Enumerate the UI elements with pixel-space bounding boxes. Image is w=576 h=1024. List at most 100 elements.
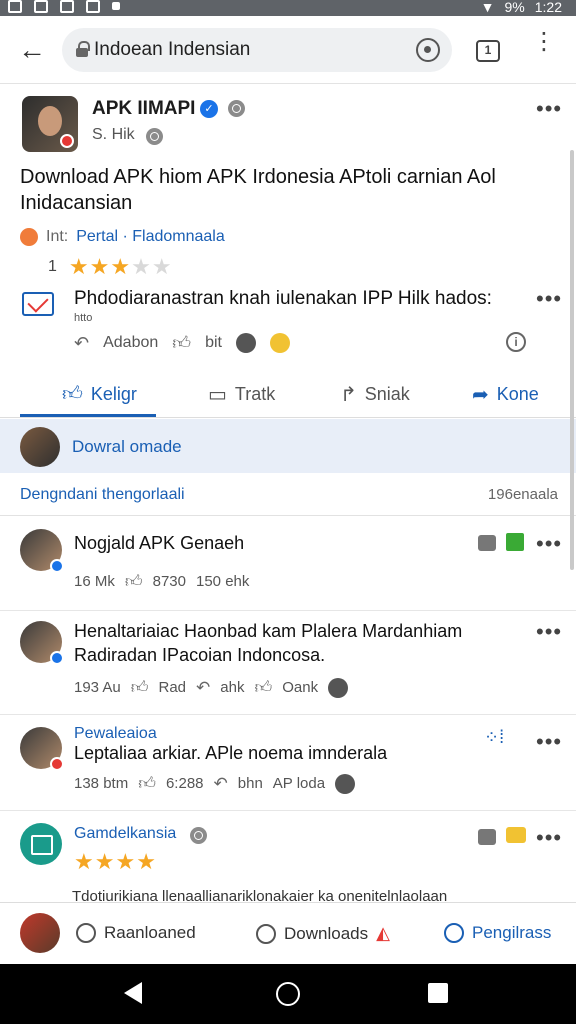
app-check-icon bbox=[20, 823, 62, 865]
sheet-icon[interactable] bbox=[506, 533, 524, 551]
tabs-button[interactable]: 1 bbox=[476, 40, 500, 62]
rating-count: 1 bbox=[48, 258, 57, 275]
bottom-tab-label: Pengilrass bbox=[472, 923, 552, 942]
stat-a: 138 btm bbox=[74, 775, 129, 792]
bottom-tab-pengilrass[interactable]: Pengilrass bbox=[444, 923, 551, 943]
post-author[interactable]: APK IIMAPI bbox=[92, 98, 195, 120]
section-header: Dengndani thengorlaali 196enaala bbox=[0, 474, 576, 516]
pin-icon[interactable] bbox=[478, 829, 496, 845]
reload-icon[interactable] bbox=[416, 38, 440, 62]
star-icon: ★ bbox=[94, 849, 116, 874]
send-icon: ➦ bbox=[472, 384, 489, 406]
item-options-icon[interactable]: ••• bbox=[536, 827, 562, 849]
stat-b: 8730 bbox=[152, 573, 186, 590]
thumb-icon[interactable]: 👍︎ bbox=[254, 677, 272, 698]
star-icon: ★ bbox=[115, 849, 137, 874]
bottom-tab-label: Raanloaned bbox=[104, 923, 196, 942]
image-icon bbox=[60, 0, 74, 13]
lock-icon bbox=[76, 41, 90, 57]
category-row: Int: Pertal · Fladomnaala bbox=[20, 228, 225, 246]
section-count: 196enaala bbox=[487, 486, 558, 503]
action-bar: 👍︎ Keligr ▭ Tratk ↱ Sniak ➦ Kone bbox=[0, 366, 576, 418]
list-item[interactable]: Nogjald APK Genaeh 16 Mk 👍︎ 8730 150 ehk… bbox=[0, 517, 576, 611]
rating-stars: ★★★★★ bbox=[69, 254, 173, 280]
star-icon: ★ bbox=[151, 254, 173, 279]
star-icon: ★ bbox=[131, 254, 152, 279]
mini-action-b[interactable]: bit bbox=[205, 334, 222, 352]
item-title: Nogjald APK Genaeh bbox=[74, 533, 245, 553]
item-options-icon[interactable]: ••• bbox=[536, 621, 562, 643]
category-link[interactable]: Pertal · Fladomnaala bbox=[76, 228, 225, 246]
nav-back-icon[interactable] bbox=[124, 982, 142, 1004]
app-icon bbox=[112, 2, 120, 10]
scrollbar[interactable] bbox=[570, 150, 574, 570]
notification-icon bbox=[8, 0, 22, 13]
banner-avatar bbox=[20, 427, 60, 467]
item-stats: 193 Au 👍︎ Rad ↶ ahk 👍︎ Oank bbox=[74, 677, 349, 698]
stat-c: 150 ehk bbox=[196, 573, 250, 590]
item-avatar bbox=[20, 621, 64, 665]
emoji-icon bbox=[269, 333, 290, 353]
twitter-icon bbox=[86, 0, 100, 13]
reply-icon[interactable]: ↶ bbox=[214, 774, 228, 794]
author-avatar[interactable] bbox=[22, 96, 78, 152]
bottom-tab-label: Downloads bbox=[284, 923, 369, 943]
stat-b: Rad bbox=[158, 679, 187, 696]
bottom-tab-raanloaned[interactable]: Raanloaned bbox=[76, 923, 196, 943]
item-title: Leptaliaa arkiar. APle noema imnderala bbox=[74, 743, 388, 763]
bottom-tab-downloads[interactable]: Downloads ◭ bbox=[256, 923, 390, 944]
item-options-icon[interactable]: ••• bbox=[536, 731, 562, 753]
profile-avatar[interactable] bbox=[20, 913, 60, 953]
network-icon[interactable]: ⁘⁞ bbox=[484, 727, 504, 748]
thumb-icon[interactable]: 👍︎ bbox=[172, 332, 191, 354]
list-item[interactable]: Pewaleaioa Leptaliaa arkiar. APle noema … bbox=[0, 715, 576, 811]
comment-button[interactable]: ▭ Tratk bbox=[208, 382, 275, 407]
thumb-icon[interactable]: 👍︎ bbox=[125, 571, 143, 592]
mail-icon bbox=[22, 292, 54, 316]
reaction-icon bbox=[328, 677, 349, 698]
back-arrow-icon[interactable]: ← bbox=[18, 36, 46, 64]
stat-a: 193 Au bbox=[74, 679, 121, 696]
pin-icon[interactable] bbox=[478, 535, 496, 551]
comment-icon: ▭ bbox=[208, 384, 227, 406]
nav-home-icon[interactable] bbox=[276, 982, 300, 1006]
address-bar[interactable]: Indoean Indensian bbox=[62, 28, 452, 72]
reply-icon[interactable]: ↶ bbox=[196, 678, 210, 698]
item-avatar bbox=[20, 727, 64, 771]
download-banner[interactable]: Dowral omade bbox=[0, 419, 576, 473]
thumb-icon[interactable]: 👍︎ bbox=[138, 773, 156, 794]
section-title[interactable]: Dengndani thengorlaali bbox=[20, 486, 185, 504]
item-avatar bbox=[20, 529, 64, 573]
post-options-icon[interactable]: ••• bbox=[536, 98, 562, 120]
wifi-icon: ▼ bbox=[480, 0, 495, 15]
comment-label: Tratk bbox=[234, 384, 276, 404]
share-icon: ↱ bbox=[340, 384, 357, 406]
overflow-menu-icon[interactable]: ⋮ bbox=[532, 30, 556, 54]
stat-d: AP loda bbox=[272, 775, 326, 792]
reply-icon[interactable]: ↶ bbox=[74, 333, 89, 354]
stat-a: 16 Mk bbox=[74, 573, 115, 590]
stat-c: ahk bbox=[220, 679, 245, 696]
notice-options-icon[interactable]: ••• bbox=[536, 288, 562, 310]
like-button[interactable]: 👍︎ Keligr bbox=[62, 382, 137, 406]
list-item[interactable]: Henaltariaiac Haonbad kam Plalera Mardan… bbox=[0, 611, 576, 715]
item-stats: 138 btm 👍︎ 6:288 ↶ bhn AP loda bbox=[74, 773, 356, 794]
item-kicker[interactable]: Gamdelkansia bbox=[74, 825, 176, 843]
url-text[interactable]: Indoean Indensian bbox=[94, 39, 250, 61]
system-navbar bbox=[0, 964, 576, 1024]
nav-recents-icon[interactable] bbox=[428, 983, 448, 1003]
item-stats: 16 Mk 👍︎ 8730 150 ehk bbox=[74, 571, 249, 592]
share-button[interactable]: ↱ Sniak bbox=[340, 382, 410, 407]
mini-action-a[interactable]: Adabon bbox=[103, 334, 158, 352]
stat-c: bhn bbox=[237, 775, 263, 792]
tag-icon[interactable] bbox=[506, 827, 526, 843]
thumb-icon[interactable]: 👍︎ bbox=[131, 677, 149, 698]
info-icon[interactable]: i bbox=[506, 332, 526, 352]
send-button[interactable]: ➦ Kone bbox=[472, 382, 539, 407]
category-label: Int: bbox=[46, 228, 69, 245]
item-options-icon[interactable]: ••• bbox=[536, 533, 562, 555]
status-bar: ▼ 9% 1:22 bbox=[0, 0, 576, 16]
send-label: Kone bbox=[496, 384, 539, 404]
share-label: Sniak bbox=[364, 384, 410, 404]
browser-toolbar: ← Indoean Indensian 1 ⋮ bbox=[0, 16, 576, 84]
